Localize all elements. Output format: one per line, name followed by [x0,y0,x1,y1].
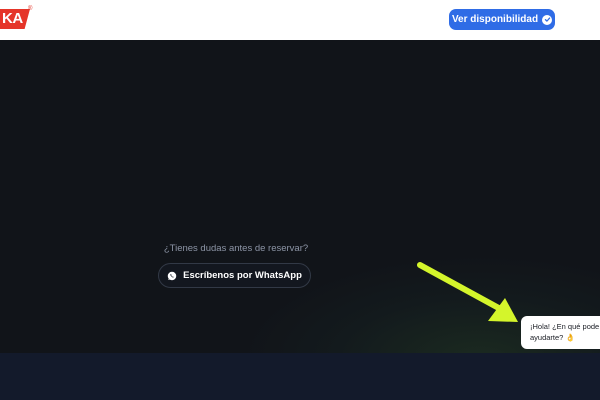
pointer-arrow-icon [417,262,518,322]
whatsapp-button-label: Escríbenos por WhatsApp [183,270,302,281]
questions-prompt: ¿Tienes dudas antes de reservar? [163,243,309,254]
whatsapp-icon [167,271,177,280]
top-navbar: KA ® Ver disponibilidad [0,0,600,40]
registered-mark: ® [28,6,33,12]
next-section [0,353,600,400]
brand-logo[interactable]: KA [0,9,30,29]
chat-greeting-line1: ¡Hola! ¿En qué pode [530,322,600,331]
whatsapp-contact-button[interactable]: Escríbenos por WhatsApp [158,263,311,288]
check-availability-label: Ver disponibilidad [451,14,539,25]
chat-greeting-line2: ayudarte? 👌 [530,333,575,342]
chat-greeting-bubble[interactable]: ¡Hola! ¿En qué pode ayudarte? 👌 [521,316,600,349]
brand-logo-text: KA [2,10,23,27]
check-circle-icon [542,14,553,25]
check-availability-button[interactable]: Ver disponibilidad [449,9,555,30]
